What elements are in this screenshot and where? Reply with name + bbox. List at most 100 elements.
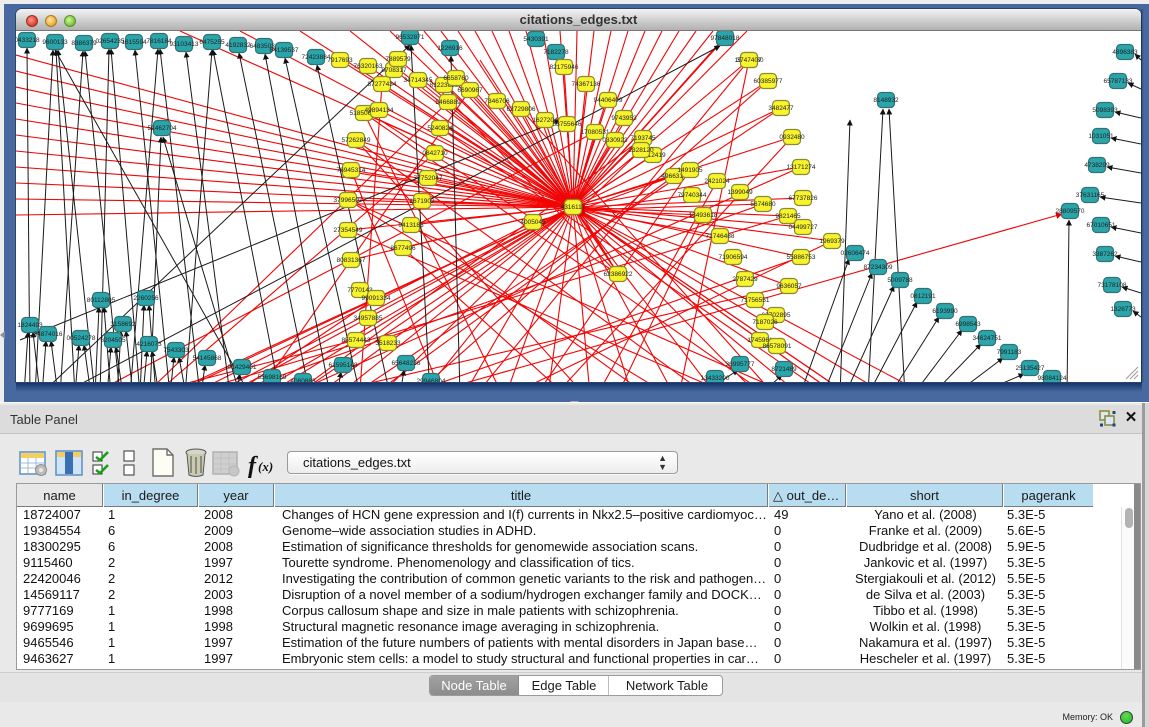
svg-text:7991183: 7991183 [997,349,1022,356]
svg-text:49894134: 49894134 [365,107,394,114]
svg-text:7346706: 7346706 [484,98,510,105]
svg-text:1326773: 1326773 [1110,306,1136,313]
svg-text:13171274: 13171274 [787,164,816,171]
svg-text:53755646: 53755646 [553,121,582,128]
svg-text:7816184: 7816184 [146,38,172,45]
svg-text:4316117: 4316117 [561,204,586,211]
svg-text:51462704: 51462704 [148,125,177,132]
svg-text:3482477: 3482477 [768,105,794,112]
svg-text:93103413: 93103413 [170,41,199,48]
svg-text:87234309: 87234309 [864,264,893,271]
svg-text:0433218: 0433218 [16,37,40,44]
svg-text:86578091: 86578091 [763,343,792,350]
svg-text:0812191: 0812191 [910,293,936,300]
svg-text:13433200: 13433200 [701,375,730,382]
svg-text:98084124: 98084124 [1038,375,1067,382]
svg-text:64139537: 64139537 [270,47,299,54]
svg-text:80112805: 80112805 [87,297,116,304]
svg-text:8148932: 8148932 [873,97,899,104]
svg-text:5430391: 5430391 [523,36,549,43]
svg-text:37631165: 37631165 [1076,192,1105,199]
svg-text:29946804: 29946804 [417,378,446,382]
svg-text:02606474: 02606474 [841,250,870,257]
svg-text:74367136: 74367136 [572,81,601,88]
svg-text:97848018: 97848018 [711,35,740,42]
svg-text:77752047: 77752047 [414,175,443,182]
svg-text:8386379: 8386379 [71,40,97,47]
svg-text:4192832: 4192832 [225,42,251,49]
svg-text:1226916: 1226916 [437,45,463,52]
svg-text:7543303: 7543303 [163,347,189,354]
svg-text:55698169: 55698169 [258,374,287,381]
svg-text:6998543: 6998543 [955,321,981,328]
svg-text:4060883: 4060883 [290,378,316,382]
svg-text:1491905: 1491905 [677,167,703,174]
svg-text:0932480: 0932480 [779,134,805,141]
svg-text:(x): (x) [258,459,273,474]
svg-text:4738299: 4738299 [1084,162,1110,169]
svg-text:9636057: 9636057 [776,283,802,290]
svg-text:55886753: 55886753 [787,254,816,261]
svg-text:6193990: 6193990 [932,308,958,315]
svg-text:34714345: 34714345 [404,77,433,84]
svg-text:5009788: 5009788 [887,277,913,284]
svg-text:2421024: 2421024 [704,178,730,185]
svg-text:5674680: 5674680 [750,201,776,208]
svg-text:7917693: 7917693 [327,57,353,64]
svg-text:9413186: 9413186 [398,222,424,229]
svg-text:04499727: 04499727 [789,224,818,231]
svg-text:73178108: 73178108 [1098,282,1127,289]
svg-text:85574443: 85574443 [342,337,371,344]
svg-text:8708317: 8708317 [381,67,407,74]
svg-text:7187026: 7187026 [752,319,778,326]
svg-text:94406409: 94406409 [594,97,623,104]
svg-text:5098393: 5098393 [1092,107,1118,114]
svg-text:0330923: 0330923 [602,137,628,144]
svg-text:4896383: 4896383 [1112,49,1138,56]
svg-text:54145868: 54145868 [193,355,222,362]
svg-text:01429401: 01429401 [228,364,257,371]
svg-text:9821465: 9821465 [775,213,801,220]
svg-text:57262849: 57262849 [342,137,371,144]
svg-text:8721489: 8721489 [771,366,797,373]
svg-text:4005045: 4005045 [520,219,546,226]
svg-text:5466889: 5466889 [435,99,461,106]
svg-text:36995777: 36995777 [726,361,755,368]
svg-text:1615594: 1615594 [121,39,147,46]
svg-text:5240824: 5240824 [427,125,453,132]
svg-text:76945314: 76945314 [337,167,366,174]
svg-text:6690967: 6690967 [457,87,483,94]
svg-text:00524278: 00524278 [67,335,96,342]
svg-text:62729806: 62729806 [507,106,536,113]
svg-text:65787133: 65787133 [1104,78,1133,85]
svg-text:1031051: 1031051 [1088,133,1114,140]
svg-text:28809570: 28809570 [1056,208,1085,215]
svg-text:9743953: 9743953 [611,115,637,122]
svg-text:7182278: 7182278 [543,49,569,56]
svg-text:82175946: 82175946 [550,64,579,71]
svg-text:62386922: 62386922 [604,271,633,278]
svg-text:8677496: 8677496 [390,245,416,252]
svg-text:3747407: 3747407 [736,57,762,64]
svg-text:1399049: 1399049 [727,189,753,196]
svg-text:67010651: 67010651 [1087,222,1116,229]
svg-text:6658760: 6658760 [443,75,469,82]
svg-text:67737826: 67737826 [789,195,818,202]
svg-text:17080531: 17080531 [581,129,610,136]
svg-text:13493618: 13493618 [689,212,718,219]
svg-text:6204505: 6204505 [100,337,126,344]
svg-text:2328120: 2328120 [628,147,654,154]
svg-text:7889579: 7889579 [385,56,411,63]
svg-text:f: f [248,453,258,479]
svg-text:3387262: 3387262 [1092,251,1118,258]
svg-text:80831367: 80831367 [337,257,366,264]
svg-text:76320163: 76320163 [354,63,383,70]
svg-text:4216073: 4216073 [136,341,162,348]
svg-text:71906594: 71906594 [719,254,748,261]
svg-text:71756551: 71756551 [741,297,770,304]
svg-text:61595148: 61595148 [329,362,358,369]
svg-text:0842710: 0842710 [422,150,448,157]
svg-text:34957885: 34957885 [354,315,383,322]
svg-text:60385977: 60385977 [754,78,783,85]
svg-text:27354549: 27354549 [334,227,363,234]
